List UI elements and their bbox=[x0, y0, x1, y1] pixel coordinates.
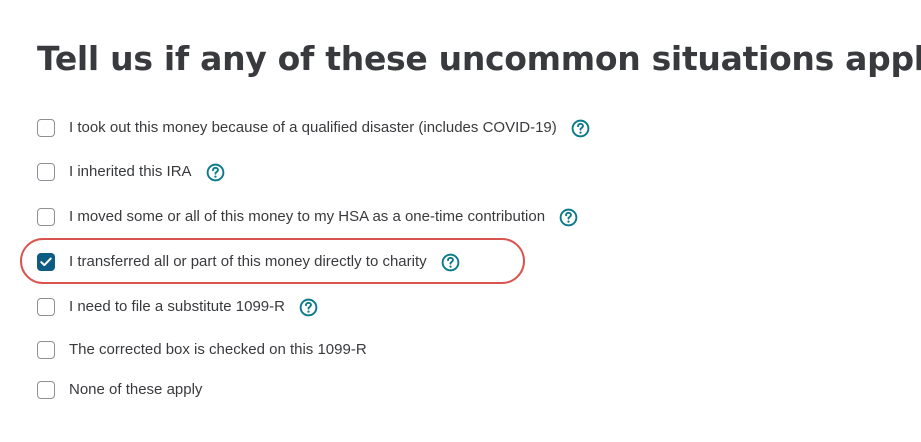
option-label: I inherited this IRA bbox=[69, 163, 192, 180]
option-label: I transferred all or part of this money … bbox=[69, 253, 427, 270]
question-circle-icon[interactable] bbox=[559, 208, 578, 227]
question-circle-icon[interactable] bbox=[206, 163, 225, 182]
option-hsa-contribution[interactable]: I moved some or all of this money to my … bbox=[37, 206, 578, 228]
checkbox[interactable] bbox=[37, 208, 55, 226]
checkbox[interactable] bbox=[37, 119, 55, 137]
checkbox[interactable] bbox=[37, 381, 55, 399]
option-label: I moved some or all of this money to my … bbox=[69, 208, 546, 225]
option-none-apply[interactable]: None of these apply bbox=[37, 379, 202, 401]
option-charity-transfer[interactable]: I transferred all or part of this money … bbox=[37, 251, 460, 273]
option-corrected-box[interactable]: The corrected box is checked on this 109… bbox=[37, 339, 367, 361]
option-substitute-1099r[interactable]: I need to file a substitute 1099-R bbox=[37, 296, 318, 318]
question-circle-icon[interactable] bbox=[441, 253, 460, 272]
option-qualified-disaster[interactable]: I took out this money because of a quali… bbox=[37, 117, 590, 139]
checkmark-icon bbox=[40, 257, 52, 267]
option-inherited-ira[interactable]: I inherited this IRA bbox=[37, 161, 225, 183]
checkbox[interactable] bbox=[37, 341, 55, 359]
option-label: I took out this money because of a quali… bbox=[69, 119, 557, 136]
option-label: The corrected box is checked on this 109… bbox=[69, 341, 367, 358]
checkbox[interactable] bbox=[37, 298, 55, 316]
checkbox[interactable] bbox=[37, 163, 55, 181]
question-circle-icon[interactable] bbox=[571, 119, 590, 138]
option-label: I need to file a substitute 1099-R bbox=[69, 298, 285, 315]
page-title: Tell us if any of these uncommon situati… bbox=[37, 39, 921, 78]
option-label: None of these apply bbox=[69, 381, 203, 398]
checkbox-checked[interactable] bbox=[37, 253, 55, 271]
question-circle-icon[interactable] bbox=[299, 298, 318, 317]
